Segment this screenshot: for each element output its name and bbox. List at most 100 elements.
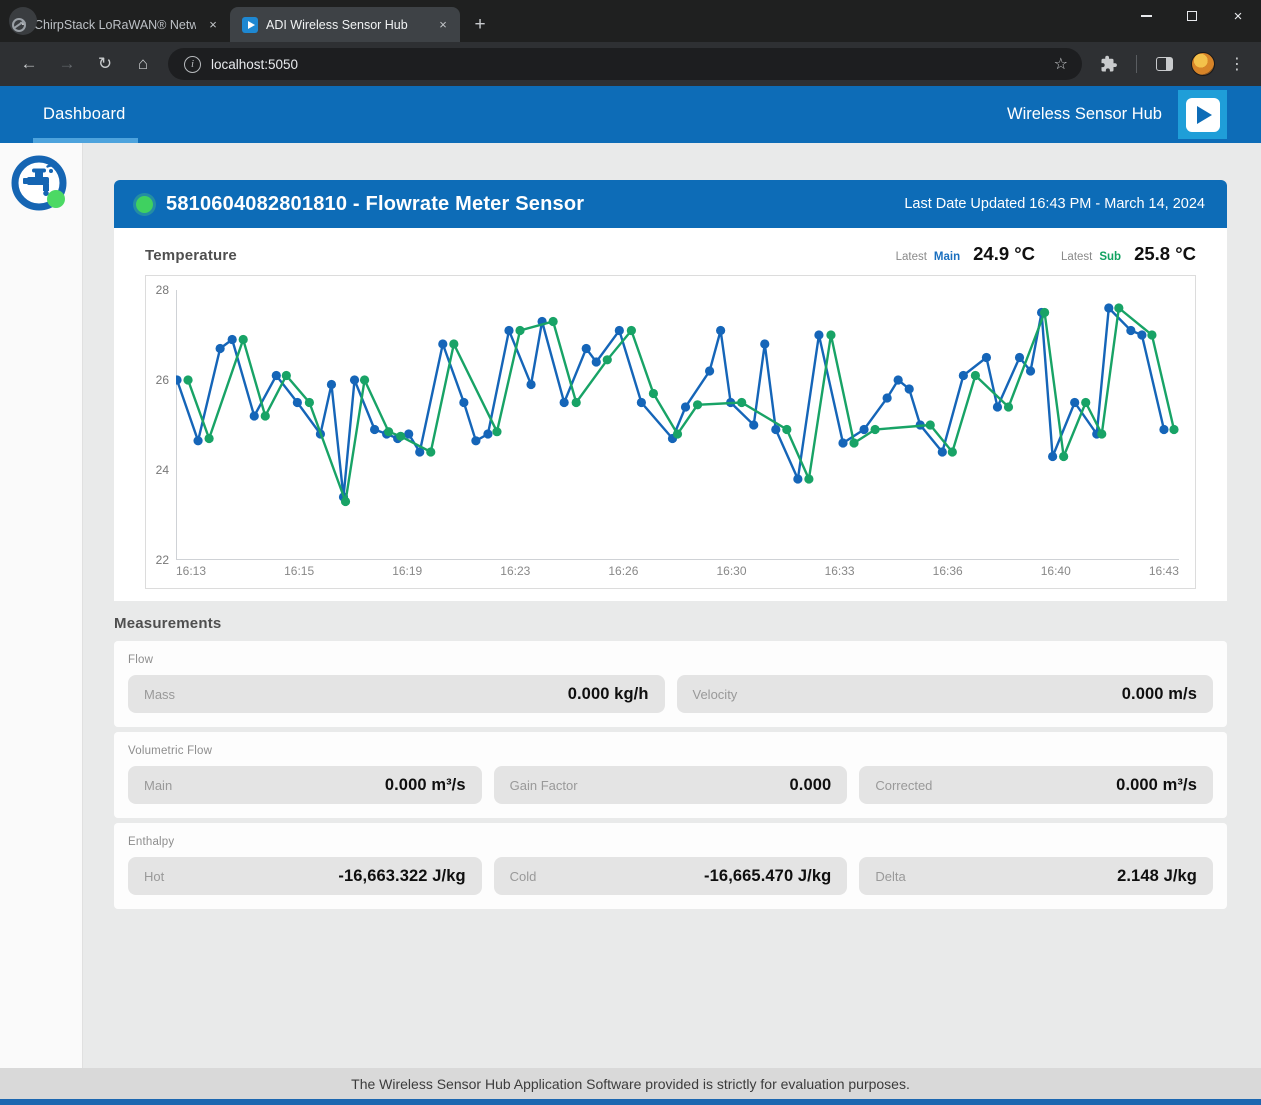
last-updated-text: Last Date Updated 16:43 PM - March 14, 2… (904, 196, 1205, 212)
x-tick-label: 16:33 (825, 564, 855, 582)
measurement-name: Hot (144, 869, 338, 884)
footer: The Wireless Sensor Hub Application Soft… (0, 1068, 1261, 1099)
measurement-mass: Mass 0.000 kg/h (128, 675, 665, 713)
x-axis-labels: 16:13 16:15 16:19 16:23 16:26 16:30 16:33 16:36… (176, 564, 1179, 582)
x-tick-label: 16:26 (608, 564, 638, 582)
temperature-section: Temperature Latest Main 24.9 °C Latest S… (114, 228, 1227, 601)
address-bar[interactable]: i localhost:5050 ☆ (168, 48, 1082, 80)
x-tick-label: 16:19 (392, 564, 422, 582)
footer-disclaimer-text: The Wireless Sensor Hub Application Soft… (351, 1076, 910, 1092)
x-tick-label: 16:15 (284, 564, 314, 582)
url-text[interactable]: localhost:5050 (211, 57, 1052, 72)
x-tick-label: 16:40 (1041, 564, 1071, 582)
new-tab-button[interactable]: + (466, 11, 494, 39)
x-tick-label: 16:30 (716, 564, 746, 582)
bookmark-star-icon[interactable]: ☆ (1052, 54, 1070, 74)
y-tick-label: 28 (156, 283, 169, 297)
back-button[interactable]: ← (14, 49, 44, 79)
sidebar (0, 143, 83, 1068)
measurements-section: Measurements Flow Mass 0.000 kg/h Veloci… (114, 615, 1227, 909)
measurement-cold: Cold -16,665.470 J/kg (494, 857, 848, 895)
measurement-delta: Delta 2.148 J/kg (859, 857, 1213, 895)
toolbar-divider (1136, 55, 1137, 73)
side-panel-button[interactable] (1149, 49, 1179, 79)
forward-button[interactable]: → (52, 49, 82, 79)
measurement-value: -16,665.470 J/kg (704, 867, 831, 886)
temperature-chart: 28262422 16:1316:1516:1916:2316:2616:301… (145, 275, 1196, 589)
nav-item-dashboard[interactable]: Dashboard (43, 105, 126, 124)
adi-logo-icon (1186, 98, 1220, 132)
measurement-value: -16,663.322 J/kg (338, 867, 465, 886)
tab-close-icon[interactable]: × (434, 16, 452, 34)
app-nav-bar: Dashboard Wireless Sensor Hub (0, 86, 1261, 143)
measurement-value: 0.000 kg/h (568, 685, 649, 704)
temperature-section-title: Temperature (145, 247, 870, 264)
latest-sub-value: 25.8 °C (1134, 243, 1196, 265)
measurement-gain-factor: Gain Factor 0.000 (494, 766, 848, 804)
active-nav-indicator (33, 138, 138, 143)
y-tick-label: 24 (156, 463, 169, 477)
measurement-velocity: Velocity 0.000 m/s (677, 675, 1214, 713)
minimize-button[interactable] (1123, 0, 1169, 32)
puzzle-icon (1100, 55, 1118, 73)
measurement-hot: Hot -16,663.322 J/kg (128, 857, 482, 895)
measurement-name: Cold (510, 869, 704, 884)
chirpstack-logo-icon (12, 18, 26, 32)
app-name-label: Wireless Sensor Hub (1007, 105, 1162, 124)
browser-menu-button[interactable]: ⋮ (1223, 54, 1251, 74)
device-title: 5810604082801810 - Flowrate Meter Sensor (166, 193, 904, 216)
flowrate-sensor-logo-icon[interactable] (10, 152, 72, 218)
browser-tab-strip: ⌄ ChirpStack LoRaWAN® Networ × ADI Wirel… (0, 0, 1261, 42)
device-card-header: 5810604082801810 - Flowrate Meter Sensor… (114, 180, 1227, 228)
adi-play-logo-icon (242, 17, 258, 33)
profile-avatar[interactable] (1191, 52, 1215, 76)
extensions-button[interactable] (1094, 49, 1124, 79)
main-series-label: Main (934, 251, 960, 263)
measurement-volumetric-main: Main 0.000 m³/s (128, 766, 482, 804)
home-button[interactable]: ⌂ (128, 49, 158, 79)
tab-adi-wireless-sensor-hub[interactable]: ADI Wireless Sensor Hub × (230, 7, 460, 42)
browser-toolbar: ← → ↻ ⌂ i localhost:5050 ☆ ⋮ (0, 42, 1261, 86)
measurement-name: Mass (144, 687, 568, 702)
sub-series-label: Sub (1099, 251, 1121, 263)
measurement-value: 2.148 J/kg (1117, 867, 1197, 886)
tab-close-icon[interactable]: × (204, 16, 222, 34)
measurement-value: 0.000 m/s (1122, 685, 1197, 704)
tab-title: ChirpStack LoRaWAN® Networ (34, 18, 196, 32)
x-tick-label: 16:43 (1149, 564, 1179, 582)
measurements-section-title: Measurements (114, 615, 1227, 632)
device-card: 5810604082801810 - Flowrate Meter Sensor… (114, 180, 1227, 909)
measurement-value: 0.000 m³/s (1116, 776, 1197, 795)
reload-button[interactable]: ↻ (90, 49, 120, 79)
group-label: Volumetric Flow (128, 745, 1213, 757)
group-label: Flow (128, 654, 1213, 666)
tab-title: ADI Wireless Sensor Hub (266, 18, 426, 32)
x-tick-label: 16:13 (176, 564, 206, 582)
maximize-button[interactable] (1169, 0, 1215, 32)
footer-accent-bar (0, 1099, 1261, 1105)
measurement-name: Main (144, 778, 385, 793)
measurement-name: Gain Factor (510, 778, 790, 793)
side-panel-icon (1156, 57, 1173, 71)
latest-label: Latest (1061, 251, 1092, 263)
measurement-name: Corrected (875, 778, 1116, 793)
main-area: 5810604082801810 - Flowrate Meter Sensor… (83, 143, 1261, 1068)
x-tick-label: 16:23 (500, 564, 530, 582)
minimize-icon (1141, 15, 1152, 16)
latest-main-readout: Latest Main 24.9 °C (896, 243, 1035, 265)
adi-logo-button[interactable] (1178, 90, 1227, 139)
enthalpy-group-card: Enthalpy Hot -16,663.322 J/kg Cold -16,6… (114, 823, 1227, 909)
measurement-name: Delta (875, 869, 1117, 884)
window-controls: × (1123, 0, 1261, 32)
measurement-name: Velocity (693, 687, 1122, 702)
x-tick-label: 16:36 (933, 564, 963, 582)
y-tick-label: 22 (156, 553, 169, 567)
latest-label: Latest (896, 251, 927, 263)
site-info-icon[interactable]: i (184, 56, 201, 73)
temperature-plot[interactable] (176, 290, 1179, 560)
y-axis-labels: 28262422 (146, 290, 176, 560)
volumetric-flow-group-card: Volumetric Flow Main 0.000 m³/s Gain Fac… (114, 732, 1227, 818)
latest-sub-readout: Latest Sub 25.8 °C (1061, 243, 1196, 265)
close-window-button[interactable]: × (1215, 0, 1261, 32)
online-status-dot (136, 196, 153, 213)
